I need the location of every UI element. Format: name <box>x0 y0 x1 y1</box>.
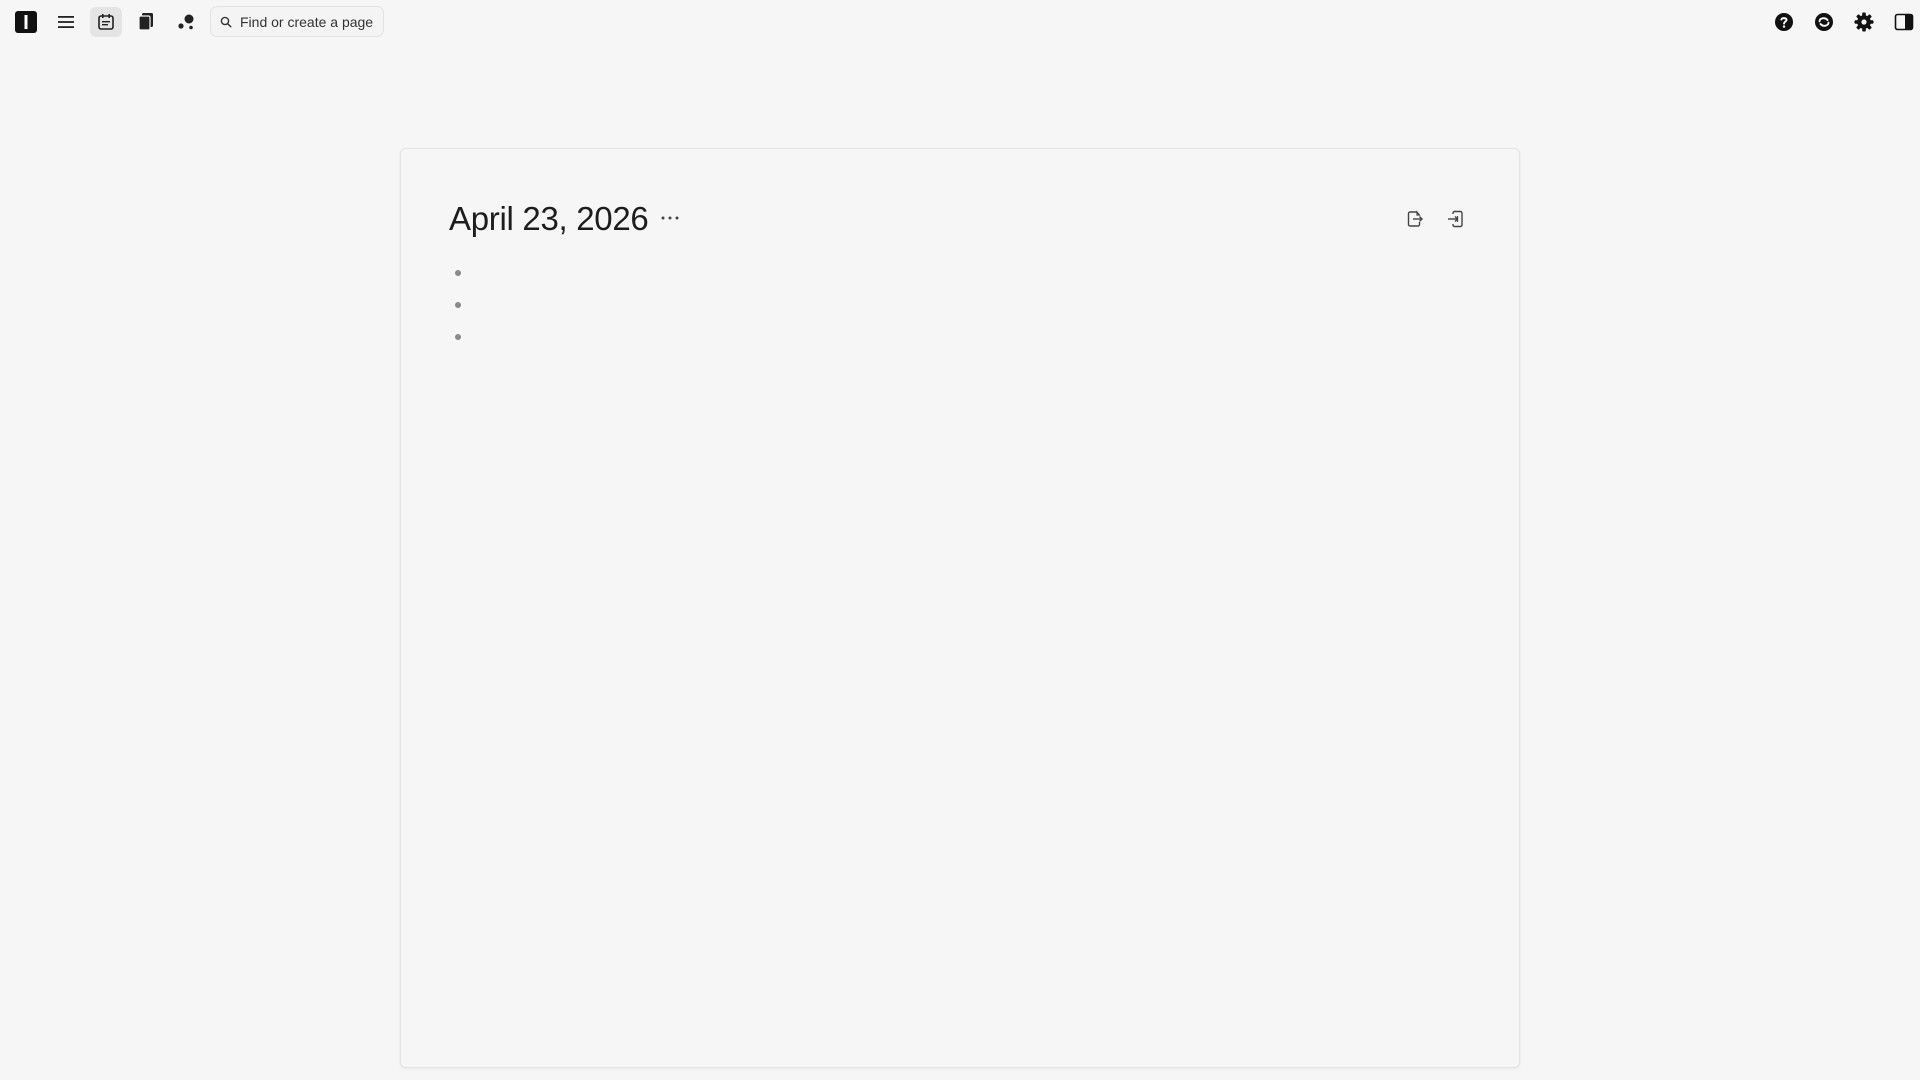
search-icon <box>220 16 232 28</box>
daily-journal-icon[interactable] <box>90 7 122 37</box>
block-item[interactable] <box>441 257 1041 289</box>
app-logo-icon[interactable] <box>10 7 42 37</box>
top-toolbar: Find or create a page <box>0 0 1920 44</box>
right-sidebar-toggle-icon[interactable] <box>1888 7 1920 37</box>
pages-icon[interactable] <box>130 7 162 37</box>
block-item[interactable] <box>441 289 1041 321</box>
search-input[interactable]: Find or create a page <box>210 6 384 37</box>
search-placeholder: Find or create a page <box>240 13 374 30</box>
settings-gear-icon[interactable] <box>1848 7 1880 37</box>
block-item[interactable] <box>441 321 1041 353</box>
graph-view-icon[interactable] <box>170 7 202 37</box>
block-list <box>441 257 1041 353</box>
bullet-dot[interactable] <box>455 334 461 340</box>
hamburger-menu-icon[interactable] <box>50 7 82 37</box>
page-more-options-icon[interactable] <box>657 205 683 231</box>
bullet-dot[interactable] <box>455 302 461 308</box>
help-icon[interactable] <box>1768 7 1800 37</box>
sync-icon[interactable] <box>1808 7 1840 37</box>
bullet-dot[interactable] <box>455 270 461 276</box>
journal-page-card: April 23, 2026 <box>400 148 1520 1068</box>
import-icon[interactable] <box>1441 205 1469 233</box>
export-icon[interactable] <box>1401 205 1429 233</box>
page-title[interactable]: April 23, 2026 <box>449 197 649 241</box>
